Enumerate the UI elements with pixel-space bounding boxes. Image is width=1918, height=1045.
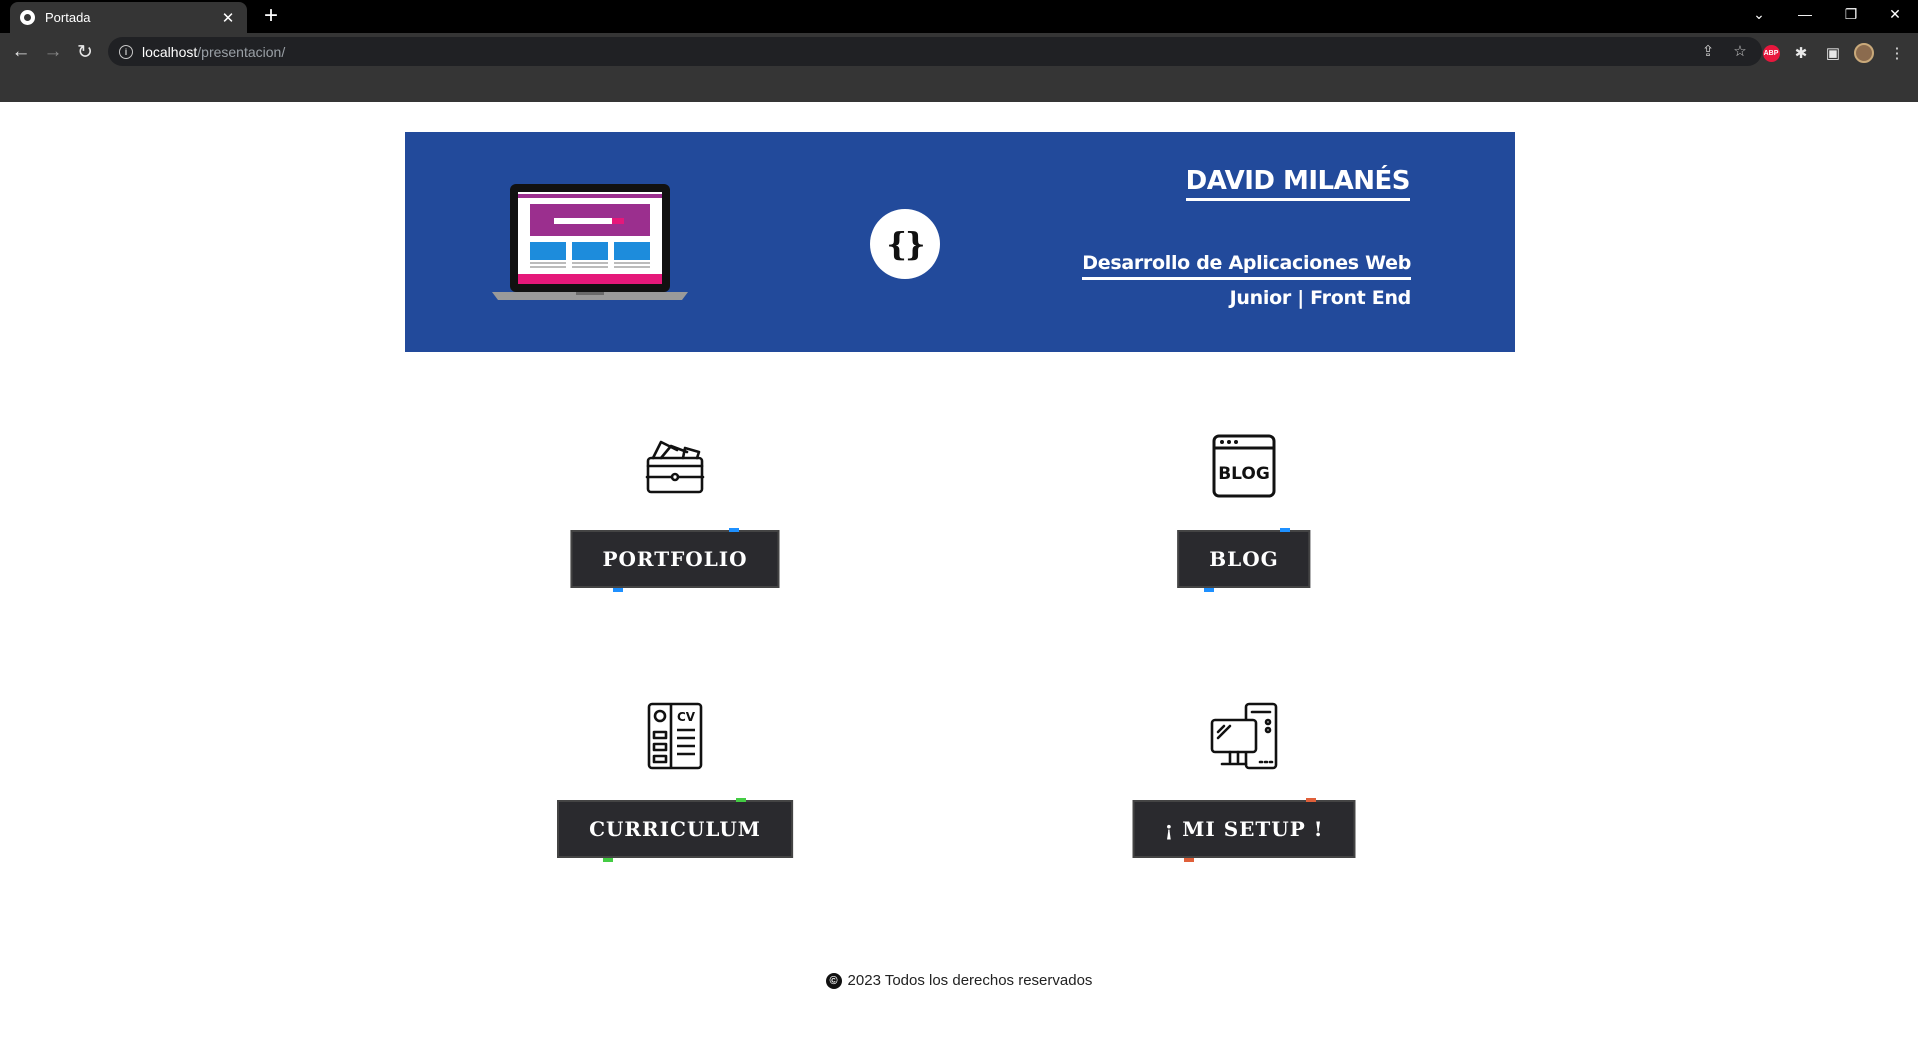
profile-avatar[interactable] <box>1853 42 1875 64</box>
blog-card: BLOG BLOG <box>1044 432 1444 612</box>
setup-button[interactable]: ¡ MI SETUP ! <box>1132 800 1356 858</box>
footer: © 2023 Todos los derechos reservados <box>0 972 1918 989</box>
site-info-icon[interactable]: i <box>119 44 133 59</box>
portfolio-button[interactable]: PORTFOLIO <box>570 530 780 588</box>
tab-close-icon[interactable]: ✕ <box>219 9 237 27</box>
abp-badge: ABP <box>1762 44 1780 62</box>
back-button[interactable]: ← <box>7 38 35 66</box>
cv-icon: CV <box>647 702 703 770</box>
setup-accent-bottom <box>1184 858 1194 862</box>
url-host: localhost <box>142 43 198 60</box>
tab-title: Portada <box>45 10 91 25</box>
close-window-button[interactable]: ✕ <box>1872 0 1918 28</box>
page-content: {} DAVID MILANÉS Desarrollo de Aplicacio… <box>0 102 1918 1045</box>
blog-icon-text: BLOG <box>1218 464 1270 484</box>
minimize-button[interactable]: — <box>1782 0 1828 28</box>
cv-icon-text: CV <box>677 710 696 724</box>
portfolio-accent-top <box>729 528 739 532</box>
blog-button[interactable]: BLOG <box>1177 530 1311 588</box>
logo-badge: {} <box>870 209 940 279</box>
wallet-icon <box>645 440 705 494</box>
tab-portada[interactable]: Portada ✕ <box>10 2 247 33</box>
reload-button[interactable]: ↻ <box>71 38 99 66</box>
avatar <box>1854 43 1874 63</box>
setup-card: ¡ MI SETUP ! <box>1044 702 1444 882</box>
bookmark-star-icon[interactable]: ☆ <box>1730 42 1750 60</box>
curriculum-accent-top <box>736 798 746 802</box>
browser-toolbar: ← → ↻ i localhost /presentacion/ ⇪ ☆ ABP… <box>0 33 1918 70</box>
author-name: DAVID MILANÉS <box>1185 166 1411 201</box>
browser-tab-bar: Portada ✕ + ⌄ — ❐ ✕ <box>0 0 1918 33</box>
footer-text: 2023 Todos los derechos reservados <box>847 972 1093 989</box>
address-bar[interactable]: i localhost /presentacion/ ⇪ ☆ <box>108 37 1762 66</box>
side-panel-icon[interactable]: ▣ <box>1822 42 1844 64</box>
forward-button[interactable]: → <box>39 38 67 66</box>
blog-icon: BLOG <box>1212 434 1276 498</box>
curriculum-card: CV CURRICULUM <box>475 702 875 882</box>
author-role: Desarrollo de Aplicaciones Web <box>1082 252 1411 280</box>
curriculum-accent-bottom <box>603 858 613 862</box>
blog-accent-top <box>1280 528 1290 532</box>
author-level: Junior | Front End <box>1229 287 1412 309</box>
share-icon[interactable]: ⇪ <box>1698 42 1718 60</box>
adblock-extension-icon[interactable]: ABP <box>1760 42 1782 64</box>
portfolio-accent-bottom <box>613 588 623 592</box>
page-favicon-icon <box>20 10 35 25</box>
tab-search-icon[interactable]: ⌄ <box>1736 0 1782 28</box>
url-path: /presentacion/ <box>197 43 286 60</box>
extensions-puzzle-icon[interactable]: ✱ <box>1790 42 1812 64</box>
portfolio-card: PORTFOLIO <box>475 432 875 612</box>
browser-menu-icon[interactable]: ⋮ <box>1886 42 1908 64</box>
computer-setup-icon <box>1210 702 1278 770</box>
header-banner: {} DAVID MILANÉS Desarrollo de Aplicacio… <box>405 132 1515 352</box>
new-tab-button[interactable]: + <box>258 3 284 29</box>
blog-accent-bottom <box>1204 588 1214 592</box>
curly-braces-logo-icon: {} <box>886 225 925 263</box>
copyright-icon: © <box>825 972 842 989</box>
laptop-illustration-icon <box>492 184 688 300</box>
curriculum-button[interactable]: CURRICULUM <box>557 800 793 858</box>
restore-button[interactable]: ❐ <box>1828 0 1874 28</box>
bookmarks-bar <box>0 70 1918 102</box>
setup-accent-top <box>1306 798 1316 802</box>
